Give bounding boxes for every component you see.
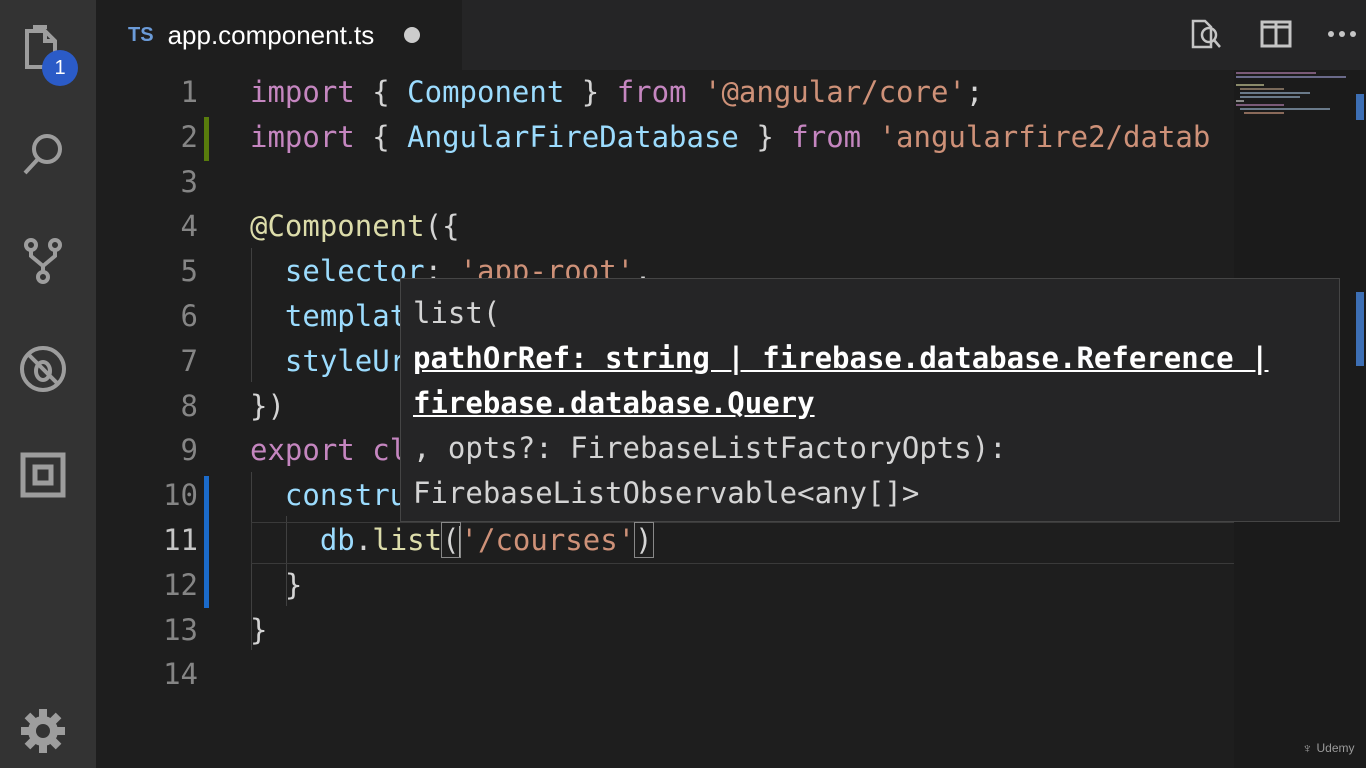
line-number: 2 [180,119,198,154]
hint-active-param-cont: firebase.database.Query [413,386,815,420]
line-number: 5 [180,254,198,289]
code-token: import [250,75,355,109]
line-number: 1 [180,75,198,109]
code-token: @Component [250,209,425,244]
source-control-icon[interactable] [14,232,72,290]
code-token: Component [407,75,565,109]
typescript-icon: TS [128,23,154,46]
scroll-indicator [1356,292,1364,366]
tab-app-component[interactable]: TS app.component.ts [96,0,462,70]
code-token: } [564,75,617,109]
code-token: list [372,523,443,557]
code-line[interactable]: 3 [96,160,1234,204]
explorer-badge: 1 [42,50,78,86]
line-number: 11 [163,523,198,557]
line-number: 13 [163,612,198,647]
line-number: 4 [180,209,198,244]
hint-signature-start: list( [413,296,501,330]
code-token: ; [965,75,984,109]
code-token: }) [250,388,285,423]
line-number: 7 [180,343,198,378]
extensions-icon[interactable] [14,446,72,504]
line-code: export cl [250,428,407,472]
code-token: { [354,75,408,109]
code-token: constru [284,478,408,513]
code-token: from [616,75,687,109]
code-token: ({ [424,209,460,244]
code-token: templat [284,299,408,333]
debug-icon[interactable] [14,340,72,398]
code-line[interactable]: 11 db.list('/courses') [96,518,1234,562]
line-number: 8 [180,388,198,423]
line-code: import { Component } from '@angular/core… [250,70,983,114]
code-token: } [250,567,303,602]
code-line[interactable]: 1 import { Component } from '@angular/cor… [96,70,1234,114]
udemy-logo-icon: ♆ [1302,740,1313,756]
code-token: '/courses' [460,523,636,557]
code-line[interactable]: 2 import { AngularFireDatabase } from 'an… [96,115,1234,159]
hint-active-param: pathOrRef: string | firebase.database.Re… [413,341,1269,375]
code-token: db [319,523,355,557]
code-token: AngularFireDatabase [407,119,739,154]
line-code: templat [250,294,407,338]
hint-return-type: FirebaseListObservable<any[]> [413,476,920,510]
code-token: '@angular/core' [704,75,966,109]
line-code: } [250,563,302,607]
activity-bar: 1 [0,0,96,768]
code-line[interactable]: 14 [96,652,1234,696]
line-number: 6 [180,299,198,333]
split-editor-icon[interactable] [1256,14,1296,54]
scroll-indicator [1356,94,1364,120]
parameter-hint-popup: list( pathOrRef: string | firebase.databa… [400,278,1340,522]
code-line[interactable]: 13} [96,608,1234,652]
line-code: }) [250,384,285,428]
code-token: export [250,433,355,468]
tab-label: app.component.ts [167,19,375,50]
line-code: import { AngularFireDatabase } from 'ang… [250,115,1210,159]
line-code: constru [250,473,407,517]
hint-signature-rest: , opts?: FirebaseListFactoryOpts): [413,431,1007,465]
line-code: styleUr [250,339,407,383]
code-token: import [250,119,355,154]
code-line[interactable]: 12 } [96,563,1234,607]
line-number: 14 [163,657,198,692]
code-token: 'angularfire2/datab [878,119,1211,154]
line-number: 12 [163,567,198,602]
line-number: 10 [163,478,198,513]
matching-bracket: ) [634,522,654,558]
udemy-watermark: ♆ Udemy [1302,740,1355,756]
line-number: 9 [180,433,198,468]
code-token: { [354,119,408,154]
more-actions-icon[interactable] [1322,14,1362,54]
code-token: . [354,523,373,557]
open-preview-icon[interactable] [1186,14,1226,54]
code-token: } [738,119,792,154]
line-code: } [250,608,267,652]
dot-icon[interactable] [404,27,421,43]
gear-icon[interactable] [18,706,68,756]
code-token: styleUr [284,343,408,378]
code-token: } [250,612,268,647]
code-token: from [791,119,862,154]
matching-bracket: ( [441,522,461,558]
line-number: 3 [180,164,198,199]
code-line[interactable]: 4 @Component({ [96,204,1234,248]
line-code: @Component({ [250,204,460,248]
search-icon[interactable] [14,126,72,184]
line-code: db.list('/courses') [250,518,654,562]
